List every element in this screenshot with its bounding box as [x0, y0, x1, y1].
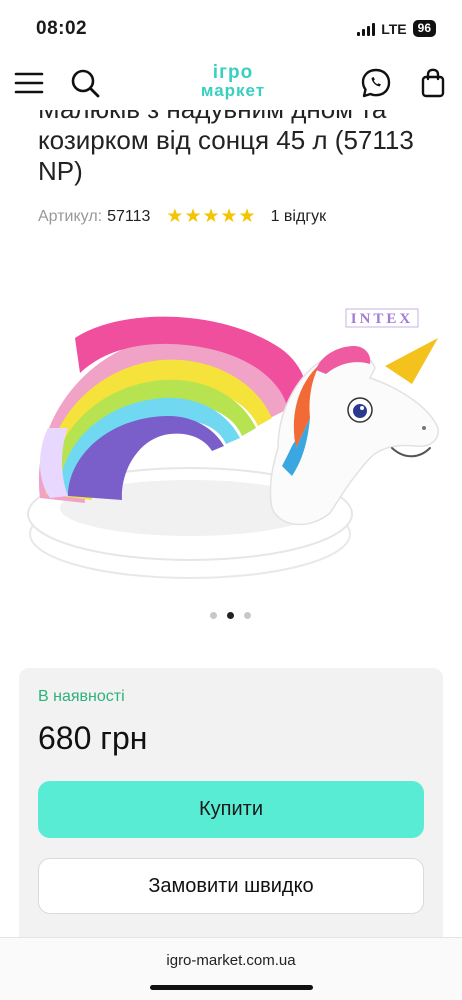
status-bar: 08:02 LTE 96 — [0, 0, 462, 58]
site-header: ігро маркет — [0, 58, 462, 110]
carousel-dot-2[interactable] — [227, 612, 234, 619]
shopping-bag-icon[interactable] — [416, 66, 450, 100]
article-label: Артикул: — [38, 207, 103, 225]
brand-logo-text: INTEX — [351, 311, 414, 327]
carousel-dot-1[interactable] — [210, 612, 217, 619]
home-indicator[interactable] — [150, 985, 313, 990]
carousel-dots[interactable] — [210, 612, 251, 619]
battery-icon: 96 — [412, 20, 436, 37]
chat-phone-icon[interactable] — [359, 66, 393, 100]
network-label: LTE — [381, 20, 407, 37]
reviews-link[interactable]: 1 відгук — [271, 208, 327, 226]
menu-icon[interactable] — [12, 66, 46, 100]
url-text[interactable]: igro-market.com.ua — [0, 952, 462, 969]
rating-stars[interactable]: ★★★★★ — [166, 205, 256, 228]
logo-line-2: маркет — [200, 81, 266, 100]
signal-icon — [357, 22, 376, 36]
price: 680 грн — [38, 720, 148, 756]
product-meta: Артикул: 57113 ★★★★★ 1 відгук — [38, 205, 326, 228]
buy-button[interactable]: Купити — [38, 781, 424, 838]
buy-box: В наявності 680 грн Купити Замовити швид… — [19, 668, 443, 968]
quick-order-button[interactable]: Замовити швидко — [38, 858, 424, 914]
brand-logo: INTEX — [345, 308, 419, 328]
browser-url-bar[interactable]: igro-market.com.ua — [0, 937, 462, 1000]
logo-line-1: ігро — [212, 62, 254, 83]
status-indicators: LTE 96 — [357, 20, 436, 37]
product-image[interactable]: INTEX — [20, 298, 442, 590]
site-logo[interactable]: ігро маркет — [193, 62, 273, 104]
search-icon[interactable] — [68, 66, 102, 100]
status-time: 08:02 — [36, 18, 88, 39]
article-value: 57113 — [107, 207, 151, 225]
availability-status: В наявності — [38, 688, 125, 705]
carousel-dot-3[interactable] — [244, 612, 251, 619]
